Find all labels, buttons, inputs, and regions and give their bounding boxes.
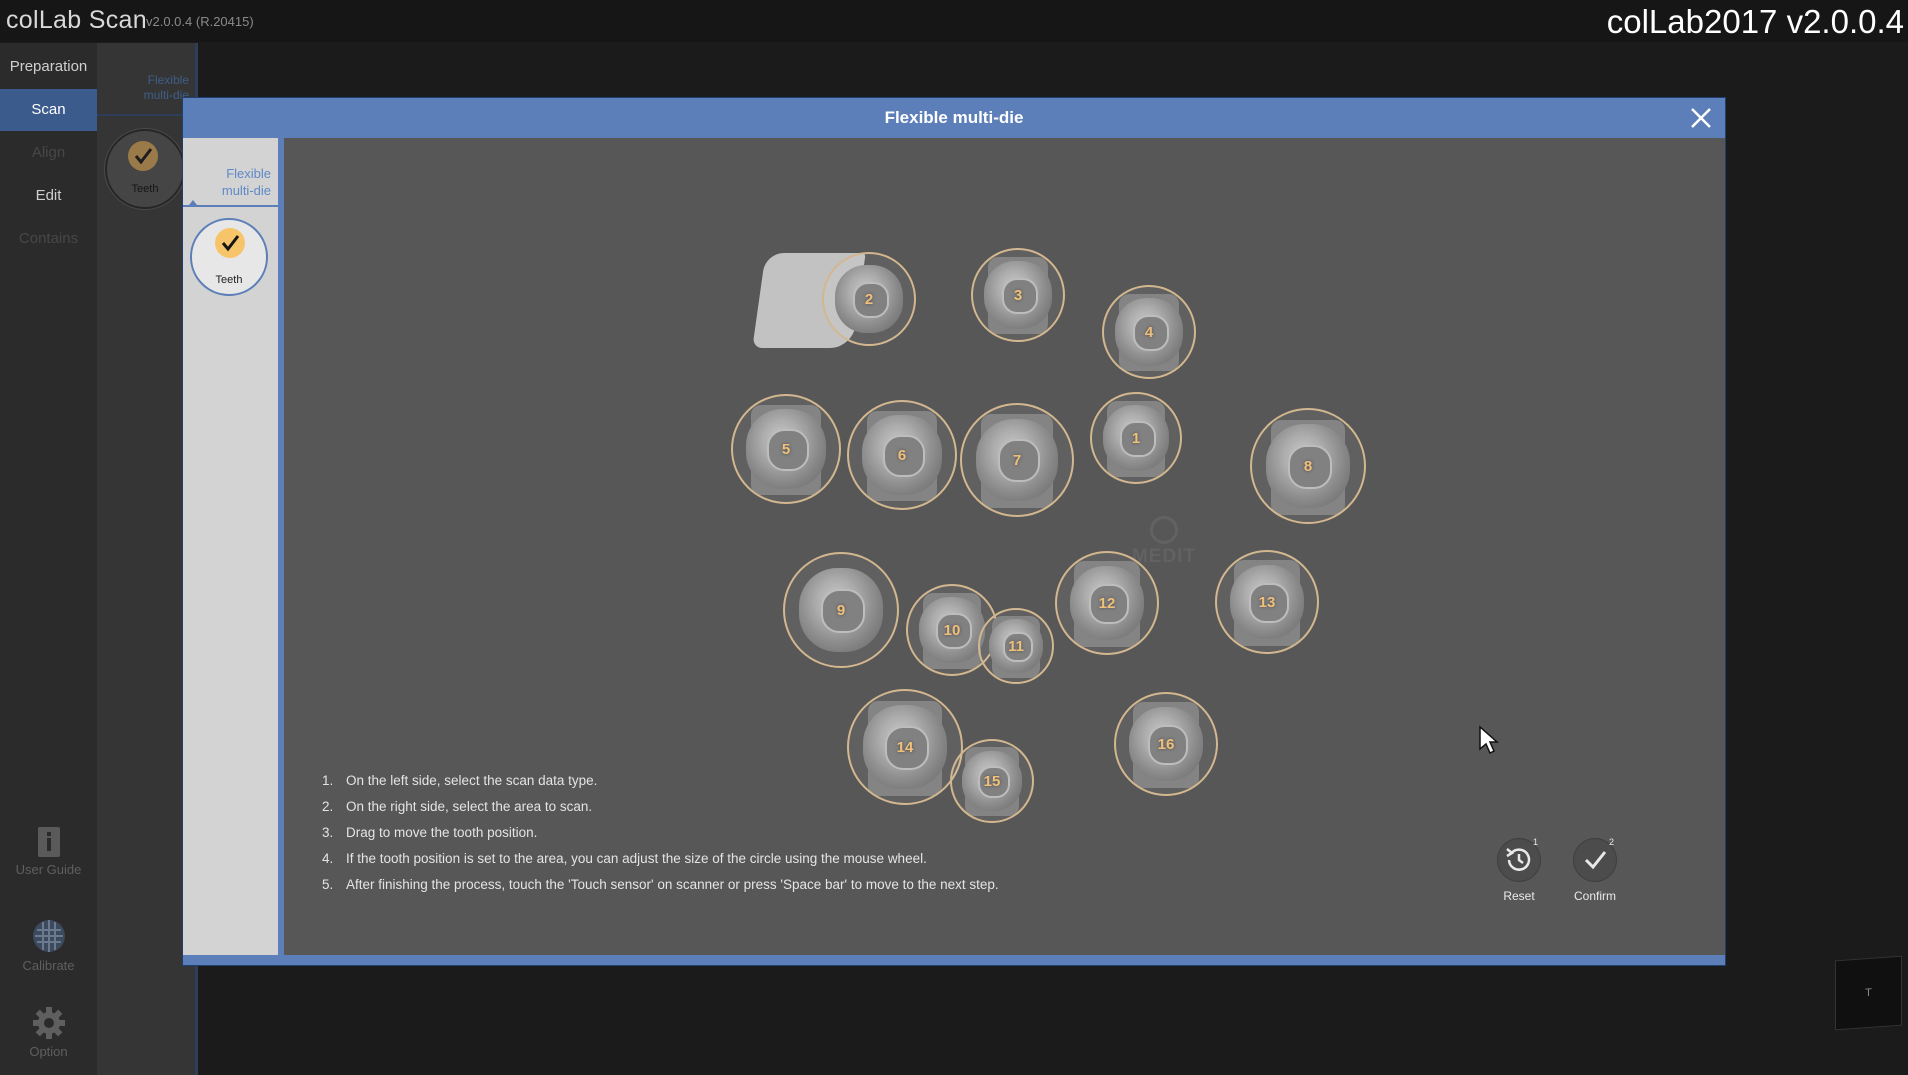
data-type-sidebar: Flexible multi-die Teeth <box>183 138 284 955</box>
subpanel-teeth-chip: Teeth <box>105 129 185 209</box>
nav-edit[interactable]: Edit <box>0 175 97 217</box>
tooth-number: 8 <box>1303 457 1313 475</box>
view-cube[interactable]: T <box>1835 955 1902 1031</box>
calibrate-button[interactable]: Calibrate <box>0 918 97 973</box>
mouse-cursor-icon <box>1479 725 1499 755</box>
instruction-item: 5. After finishing the process, touch the… <box>322 877 999 892</box>
tooth-die-7[interactable]: 7 <box>960 403 1074 517</box>
nav-preparation[interactable]: Preparation <box>0 46 97 88</box>
title-bar: colLab Scan v2.0.0.4 (R.20415) colLab201… <box>0 0 1908 42</box>
tooth-die-12[interactable]: 12 <box>1055 551 1159 655</box>
scan-area-canvas[interactable]: MEDIT 2 3 4 5 6 7 1 8 9 10 11 12 13 14 1… <box>284 138 1725 955</box>
tooth-die-6[interactable]: 6 <box>847 400 957 510</box>
tooth-number: 16 <box>1157 735 1175 753</box>
tab-underline <box>183 205 278 207</box>
nav-scan[interactable]: Scan <box>0 89 97 131</box>
dialog-header: Flexible multi-die <box>183 98 1725 138</box>
user-guide-button[interactable]: User Guide <box>0 826 97 877</box>
tooth-die-13[interactable]: 13 <box>1215 550 1319 654</box>
instructions-list: 1. On the left side, select the scan data… <box>322 768 999 898</box>
tooth-number: 1 <box>1131 429 1141 447</box>
tooth-number: 2 <box>864 290 874 308</box>
tooth-die-16[interactable]: 16 <box>1114 692 1218 796</box>
instruction-item: 3. Drag to move the tooth position. <box>322 825 538 840</box>
confirm-button[interactable]: 2 Confirm <box>1563 837 1627 903</box>
instruction-item: 2. On the right side, select the area to … <box>322 799 593 814</box>
subpanel-tab-underline <box>97 114 195 116</box>
app-logo: colLab Scan <box>6 6 147 34</box>
reset-label: Reset <box>1503 889 1535 903</box>
tab-flexible-multi-die[interactable]: Flexible multi-die <box>203 165 271 199</box>
option-label: Option <box>29 1044 68 1059</box>
calibrate-label: Calibrate <box>22 958 75 973</box>
dialog-footer <box>183 955 1725 965</box>
tooth-die-2[interactable]: 2 <box>822 252 916 346</box>
shortcut-badge: 1 <box>1532 837 1538 847</box>
tooth-number: 6 <box>897 446 907 464</box>
subpanel-chip-label: Teeth <box>131 183 159 195</box>
calibrate-icon <box>32 920 65 952</box>
window-title: colLab2017 v2.0.0.4 <box>1606 3 1904 40</box>
tooth-die-1[interactable]: 1 <box>1090 392 1182 484</box>
tooth-number: 9 <box>836 601 846 619</box>
flexible-multi-die-dialog: Flexible multi-die Flexible multi-die Te… <box>183 98 1725 965</box>
tooth-number: 12 <box>1098 594 1116 612</box>
left-nav: Preparation Scan Align Edit Contains Use… <box>0 43 97 1075</box>
view-cube-face: T <box>1865 986 1872 1000</box>
data-type-label: Teeth <box>215 274 243 286</box>
tooth-die-3[interactable]: 3 <box>971 248 1065 342</box>
confirm-label: Confirm <box>1573 889 1616 903</box>
close-button[interactable] <box>1685 102 1717 134</box>
tooth-number: 4 <box>1144 323 1154 341</box>
tooth-number: 3 <box>1013 286 1023 304</box>
shortcut-badge: 2 <box>1608 837 1614 847</box>
tooth-number: 7 <box>1012 451 1022 469</box>
tooth-number: 13 <box>1258 593 1276 611</box>
instruction-item: 1. On the left side, select the scan data… <box>322 773 598 788</box>
book-icon <box>37 827 60 857</box>
tooth-die-8[interactable]: 8 <box>1250 408 1366 524</box>
app-version: v2.0.0.4 (R.20415) <box>146 14 254 29</box>
tooth-number: 11 <box>1008 637 1024 655</box>
reset-button[interactable]: 1 Reset <box>1487 837 1551 903</box>
gear-icon <box>32 1007 65 1039</box>
instruction-item: 4. If the tooth position is set to the ar… <box>322 851 927 866</box>
data-type-teeth[interactable]: Teeth <box>190 218 268 296</box>
tooth-die-5[interactable]: 5 <box>731 394 841 504</box>
nav-contains: Contains <box>18 230 79 247</box>
tooth-die-4[interactable]: 4 <box>1102 285 1196 379</box>
tooth-number: 5 <box>781 440 791 458</box>
check-icon <box>215 228 245 258</box>
nav-align: Align <box>31 144 66 161</box>
check-icon <box>128 141 158 171</box>
option-button[interactable]: Option <box>0 1006 97 1059</box>
tooth-die-9[interactable]: 9 <box>783 552 899 668</box>
subpanel-tab: Flexible multi-die <box>143 73 189 102</box>
user-guide-label: User Guide <box>15 862 82 877</box>
tooth-die-11[interactable]: 11 <box>978 608 1054 684</box>
close-icon <box>1691 108 1711 128</box>
dialog-title: Flexible multi-die <box>884 108 1024 127</box>
